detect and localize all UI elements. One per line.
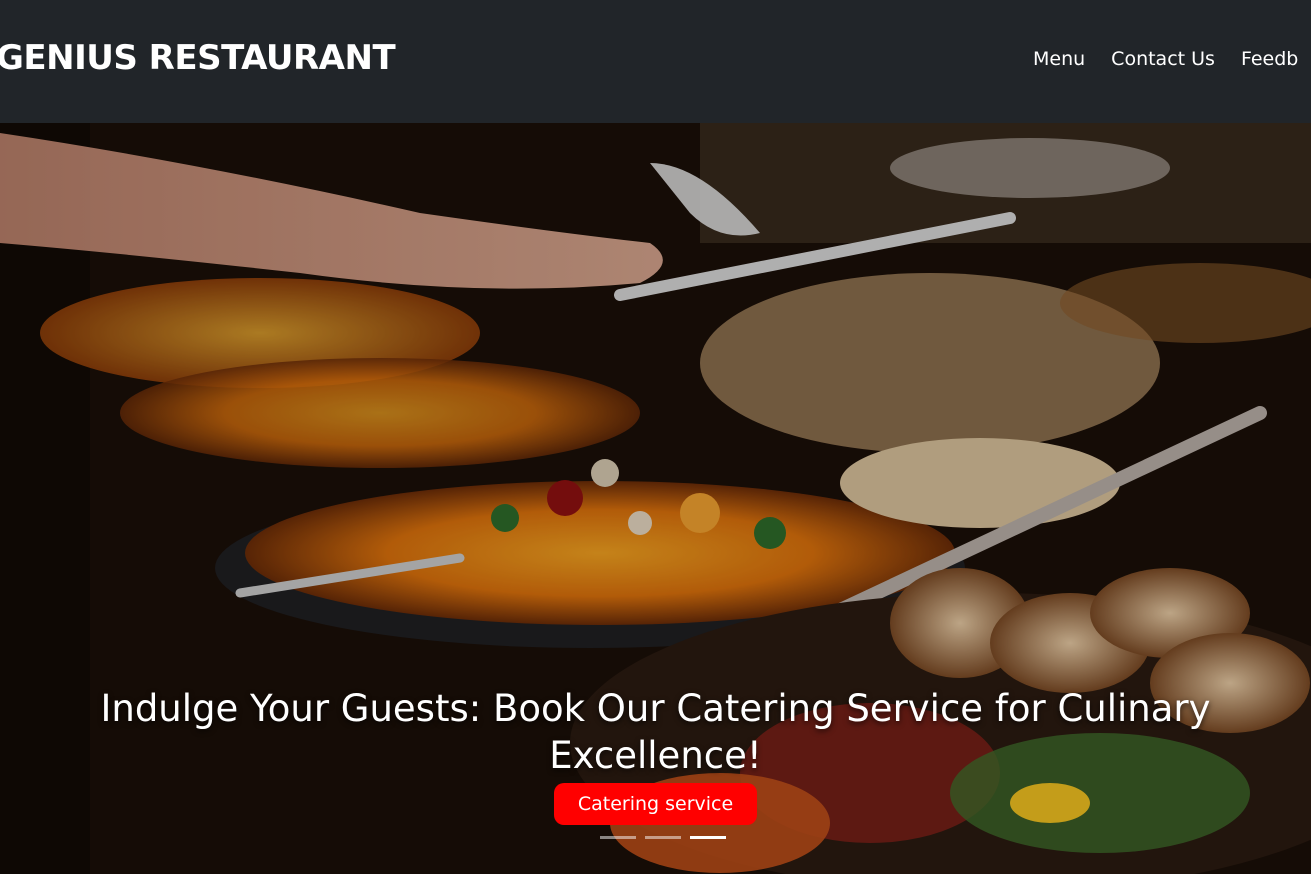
hero-carousel: Indulge Your Guests: Book Our Catering S… — [0, 123, 1311, 874]
nav-link-contact-us[interactable]: Contact Us — [1111, 48, 1215, 70]
navbar: GENIUS RESTAURANT Menu Contact Us Feedb — [0, 0, 1311, 123]
carousel-indicator-2[interactable] — [645, 836, 681, 839]
nav-link-menu[interactable]: Menu — [1033, 48, 1085, 70]
catering-service-button[interactable]: Catering service — [553, 783, 758, 825]
carousel-indicator-1[interactable] — [600, 836, 636, 839]
hero-title: Indulge Your Guests: Book Our Catering S… — [100, 687, 1211, 777]
brand-logo-text[interactable]: GENIUS RESTAURANT — [0, 38, 396, 78]
nav-links: Menu Contact Us Feedb — [1033, 48, 1298, 70]
carousel-indicator-3[interactable] — [690, 836, 726, 839]
carousel-caption: Indulge Your Guests: Book Our Catering S… — [0, 685, 1311, 825]
nav-link-feedback[interactable]: Feedb — [1241, 48, 1298, 70]
carousel-indicators — [600, 836, 726, 839]
